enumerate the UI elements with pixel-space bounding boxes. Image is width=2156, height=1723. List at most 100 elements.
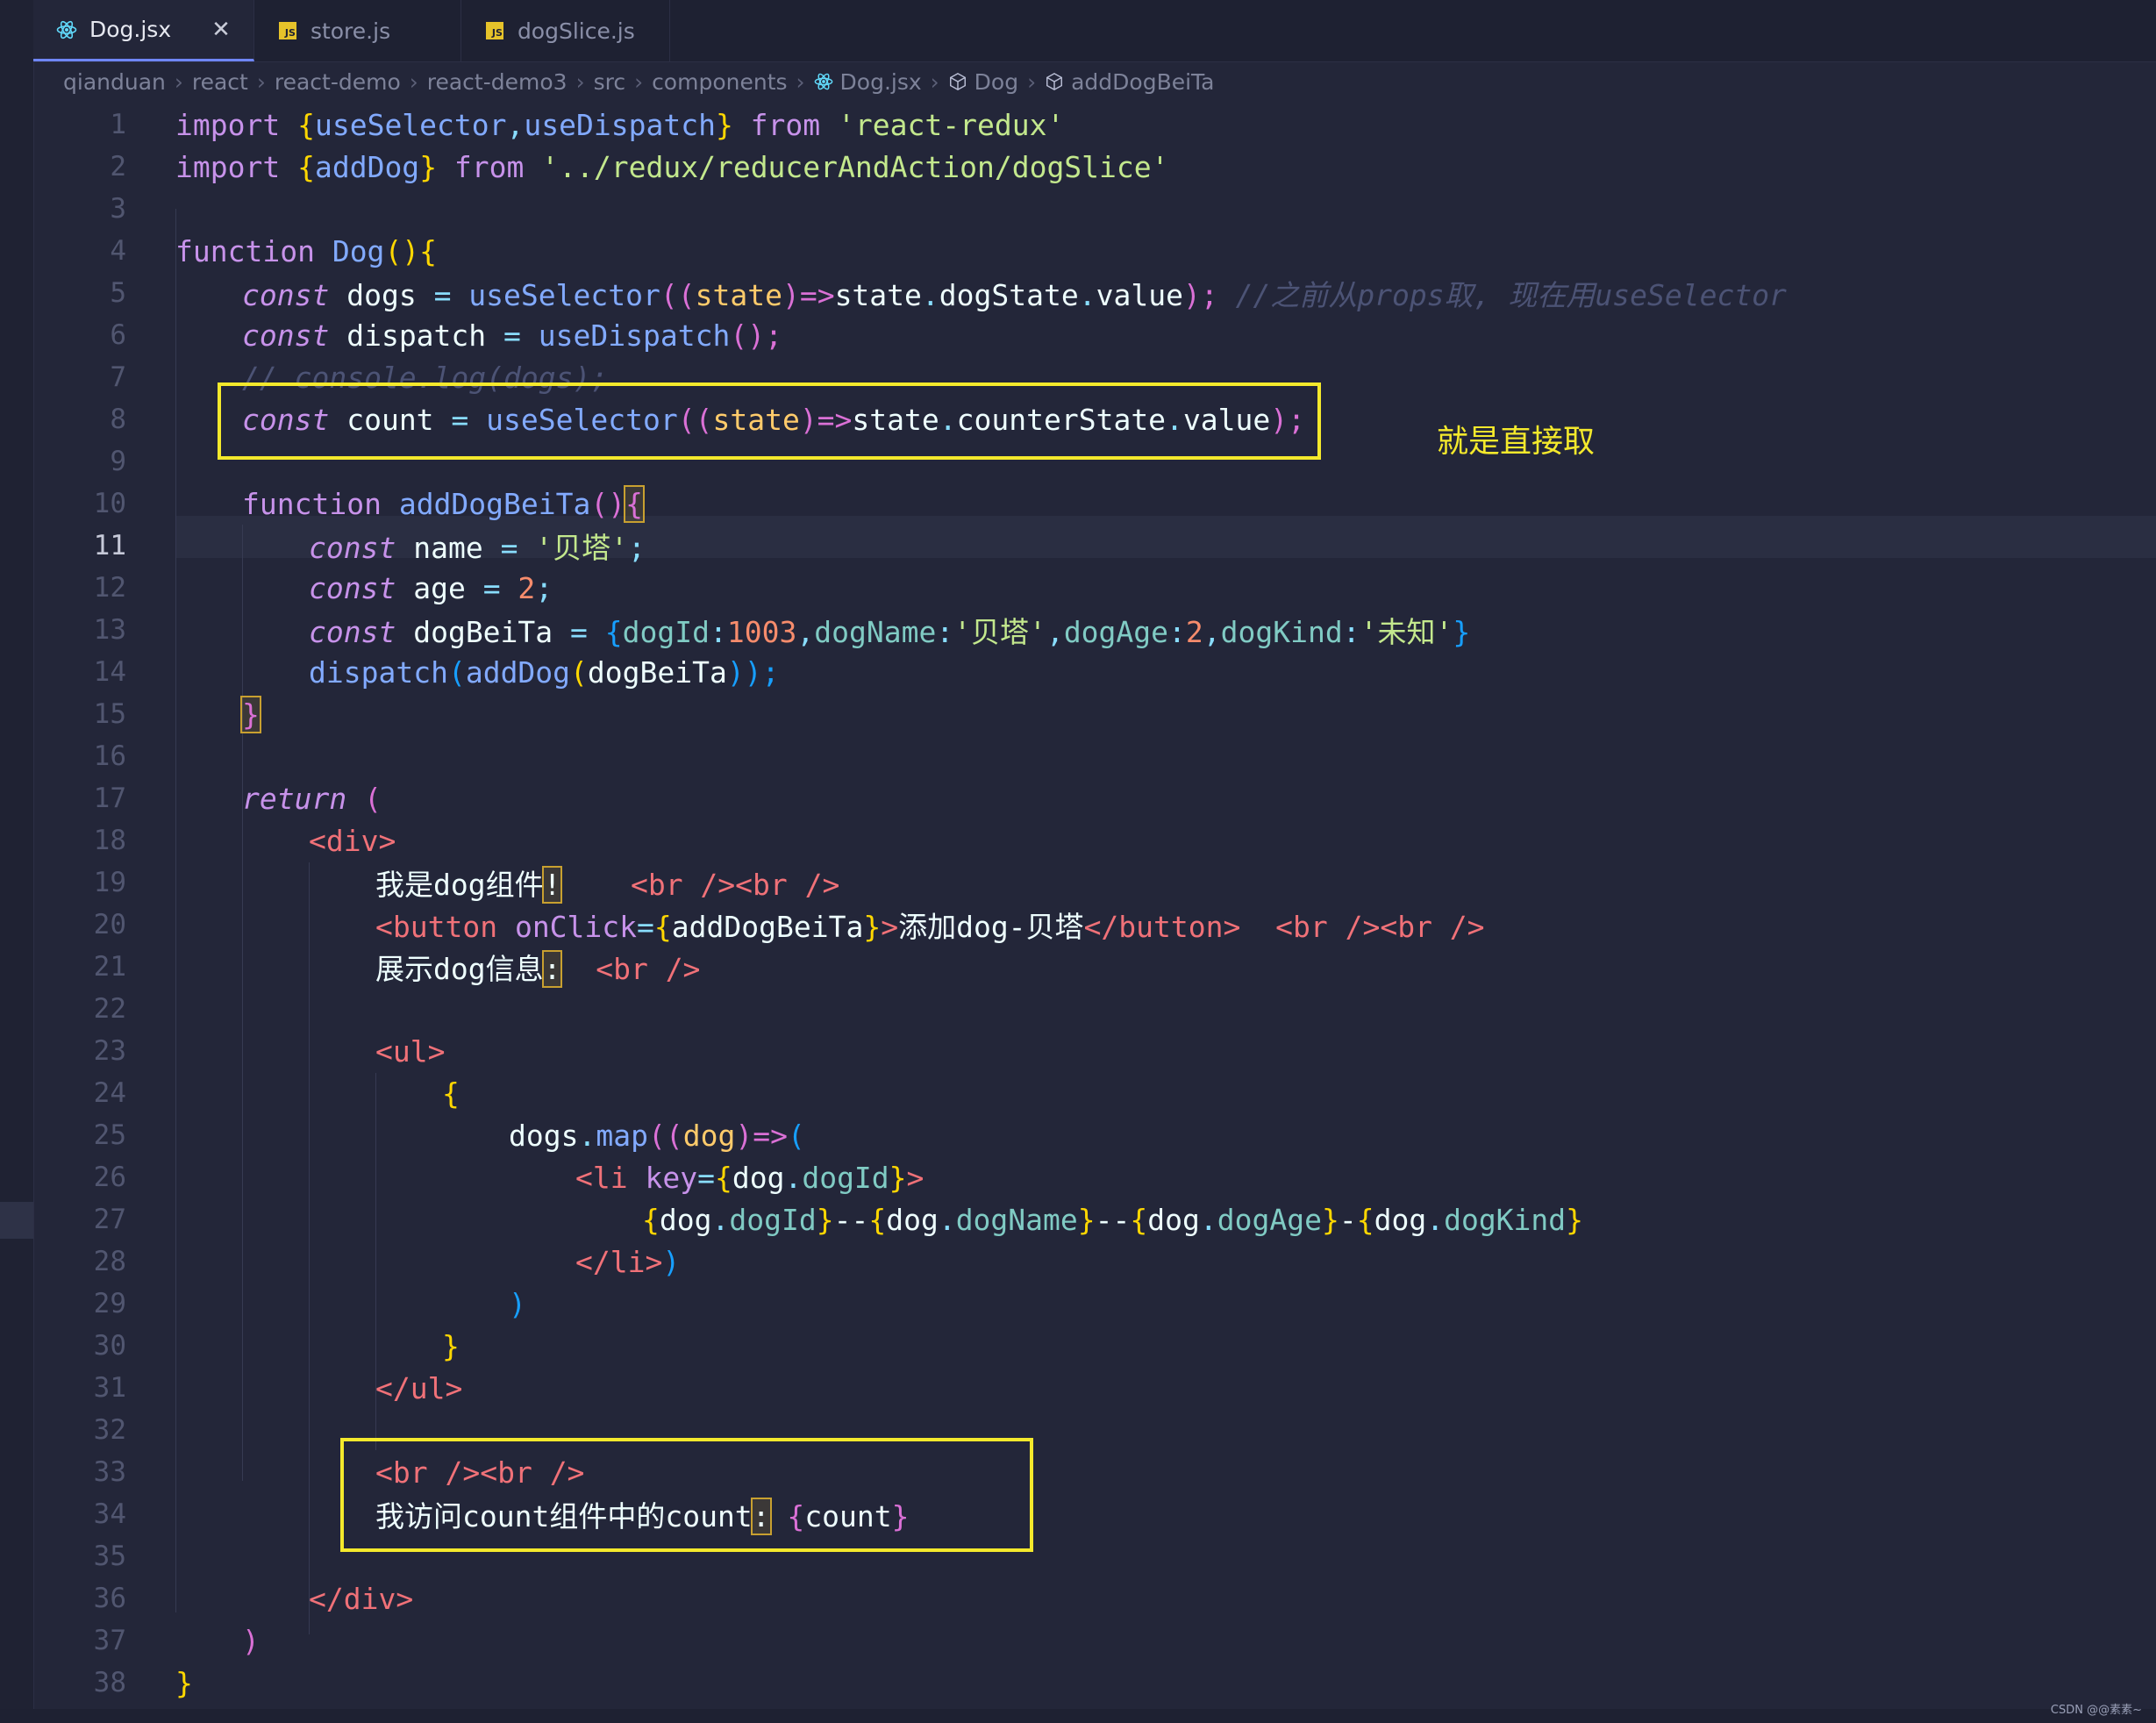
line-number: 27: [93, 1204, 126, 1235]
breadcrumb-item[interactable]: components: [652, 69, 787, 95]
react-icon: [814, 72, 833, 91]
line-number: 4: [110, 235, 126, 267]
js-file-icon: JS: [484, 20, 505, 41]
code-line: 16: [33, 735, 2156, 777]
tab-dogslice-js[interactable]: JS dogSlice.js: [461, 0, 670, 61]
tab-store-js[interactable]: JS store.js: [254, 0, 461, 61]
code-line-active: 11 const name = '贝塔';: [33, 525, 2156, 567]
chevron-right-icon: ›: [796, 68, 805, 95]
tab-label: Dog.jsx: [89, 17, 172, 42]
activity-bar-selected-item[interactable]: [0, 1202, 33, 1239]
code-text: }: [240, 695, 261, 733]
line-number: 16: [93, 740, 126, 772]
line-number: 35: [93, 1541, 126, 1572]
chevron-right-icon: ›: [256, 68, 266, 95]
chevron-right-icon: ›: [409, 68, 418, 95]
code-text: </li>): [575, 1244, 681, 1279]
code-text: dispatch(addDog(dogBeiTa));: [309, 654, 780, 690]
breadcrumb-item[interactable]: react-demo3: [427, 69, 568, 95]
breadcrumb-item[interactable]: qianduan: [63, 69, 166, 95]
line-number: 32: [93, 1414, 126, 1446]
code-text: <ul>: [375, 1033, 446, 1069]
annotation-box-count-selector: [218, 382, 1321, 460]
chevron-right-icon: ›: [575, 68, 585, 95]
code-text: 展示dog信息: <br />: [375, 950, 701, 988]
line-number: 1: [110, 109, 126, 140]
breadcrumb-item[interactable]: Dog.jsx: [840, 69, 922, 95]
line-number: 3: [110, 193, 126, 225]
code-line: 10 function addDogBeiTa(){: [33, 483, 2156, 525]
editor-tab-bar: Dog.jsx ✕ JS store.js JS dogSlice.js: [33, 0, 2156, 62]
code-text: </div>: [309, 1581, 414, 1616]
code-text: ): [509, 1286, 526, 1321]
line-number: 18: [93, 825, 126, 856]
code-line: 4 function Dog(){: [33, 230, 2156, 272]
code-line: 3: [33, 188, 2156, 230]
line-number: 19: [93, 867, 126, 898]
line-number: 5: [110, 277, 126, 309]
line-number: 21: [93, 951, 126, 983]
breadcrumb-item[interactable]: react-demo: [275, 69, 401, 95]
code-text: import {addDog} from '../redux/reducerAn…: [175, 149, 1169, 184]
code-text: dogs.map((dog)=>(: [509, 1118, 805, 1153]
code-text: function Dog(){: [175, 233, 438, 268]
code-line: 6 const dispatch = useDispatch();: [33, 314, 2156, 356]
chevron-right-icon: ›: [174, 68, 183, 95]
tab-label: store.js: [310, 18, 391, 44]
breadcrumb: qianduan › react › react-demo › react-demo3…: [63, 63, 1215, 100]
line-number: 37: [93, 1625, 126, 1656]
code-editor[interactable]: 1 import {useSelector,useDispatch} from …: [33, 104, 2156, 1709]
code-line: 5 const dogs = useSelector((state)=>stat…: [33, 272, 2156, 314]
line-number: 14: [93, 656, 126, 688]
line-number: 10: [93, 488, 126, 519]
line-number: 13: [93, 614, 126, 646]
annotation-box-count-display: [340, 1438, 1033, 1552]
breadcrumb-item[interactable]: Dog: [974, 69, 1018, 95]
line-number: 7: [110, 361, 126, 393]
code-line: 13 const dogBeiTa = {dogId:1003,dogName:…: [33, 609, 2156, 651]
react-icon: [56, 19, 77, 40]
tab-dog-jsx[interactable]: Dog.jsx ✕: [33, 0, 254, 61]
code-line: 24 {: [33, 1072, 2156, 1114]
code-line: 21 展示dog信息: <br />: [33, 946, 2156, 988]
code-line: 19 我是dog组件! <br /><br />: [33, 862, 2156, 904]
breadcrumb-item[interactable]: react: [192, 69, 248, 95]
code-line: 18 <div>: [33, 819, 2156, 862]
code-text: {: [442, 1076, 460, 1111]
code-line: 27 {dog.dogId}--{dog.dogName}--{dog.dogA…: [33, 1198, 2156, 1240]
line-number: 17: [93, 783, 126, 814]
code-text: }: [175, 1665, 193, 1700]
breadcrumb-item[interactable]: addDogBeiTa: [1071, 69, 1214, 95]
watermark: CSDN @@素素~: [2050, 1704, 2142, 1717]
line-number: 11: [93, 530, 126, 561]
line-number: 28: [93, 1246, 126, 1277]
code-text: {dog.dogId}--{dog.dogName}--{dog.dogAge}…: [642, 1202, 1584, 1237]
code-text: const dogs = useSelector((state)=>state.…: [242, 278, 1787, 312]
annotation-text: 就是直接取: [1437, 424, 1596, 460]
code-text: <button onClick={addDogBeiTa}>添加dog-贝塔</…: [375, 910, 1485, 944]
line-number: 15: [93, 698, 126, 730]
code-text: import {useSelector,useDispatch} from 'r…: [175, 107, 1065, 142]
line-number: 38: [93, 1667, 126, 1698]
line-number: 26: [93, 1162, 126, 1193]
line-number: 2: [110, 151, 126, 182]
line-number: 6: [110, 319, 126, 351]
code-text: function addDogBeiTa(){: [242, 484, 645, 523]
code-line: 38 }: [33, 1662, 2156, 1704]
code-line: 23 <ul>: [33, 1030, 2156, 1072]
code-line: 31 </ul>: [33, 1367, 2156, 1409]
code-line: 20 <button onClick={addDogBeiTa}>添加dog-贝…: [33, 904, 2156, 946]
code-text: <div>: [309, 823, 396, 858]
code-line: 37 ): [33, 1619, 2156, 1662]
code-line: 36 </div>: [33, 1577, 2156, 1619]
code-text: 我是dog组件! <br /><br />: [375, 866, 840, 904]
code-line: 30 }: [33, 1325, 2156, 1367]
line-number: 34: [93, 1498, 126, 1530]
line-number: 30: [93, 1330, 126, 1362]
code-line: 14 dispatch(addDog(dogBeiTa));: [33, 651, 2156, 693]
line-number: 20: [93, 909, 126, 940]
status-bar: [0, 1709, 2156, 1723]
close-icon[interactable]: ✕: [211, 17, 231, 43]
breadcrumb-item[interactable]: src: [594, 69, 626, 95]
chevron-right-icon: ›: [634, 68, 644, 95]
